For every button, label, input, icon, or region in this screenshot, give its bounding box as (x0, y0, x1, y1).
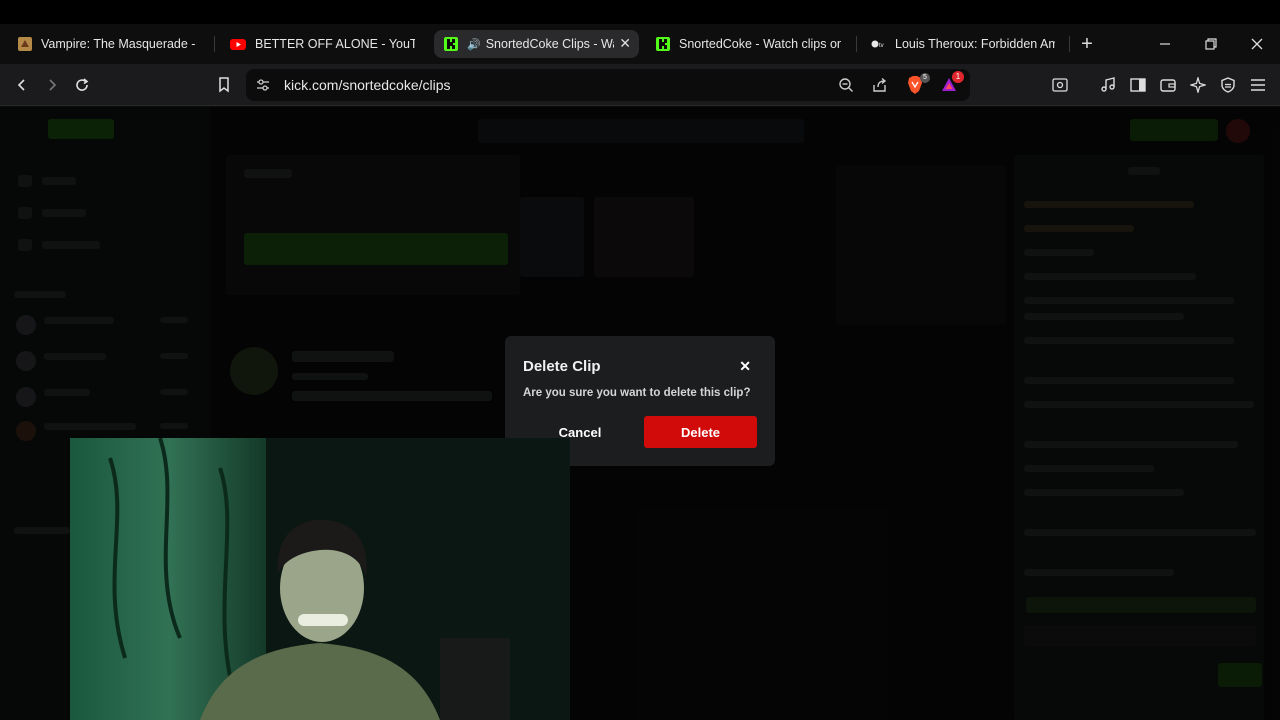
new-tab-icon[interactable]: + (1064, 24, 1110, 64)
navigation-bar: kick.com/snortedcoke/clips 5 1 (0, 64, 1280, 106)
tab-close-icon[interactable]: ✕ (619, 35, 631, 52)
tab-title: BETTER OFF ALONE - YouTube (255, 37, 415, 51)
screenshot-icon[interactable] (1048, 73, 1072, 97)
close-window-icon[interactable] (1234, 24, 1280, 64)
vampire-game-icon (18, 37, 32, 51)
audio-playing-icon[interactable]: 🔊 (467, 38, 481, 51)
address-bar[interactable]: kick.com/snortedcoke/clips 5 1 (246, 69, 970, 101)
share-icon[interactable] (872, 77, 888, 93)
webcam-feed (70, 438, 570, 720)
back-icon[interactable] (10, 73, 34, 97)
site-settings-icon[interactable] (256, 78, 270, 92)
top-strip (0, 0, 1280, 24)
sidebar-toggle-icon[interactable] (1126, 73, 1150, 97)
tab-separator (214, 36, 215, 52)
url-text: kick.com/snortedcoke/clips (284, 77, 451, 93)
tab-title: Louis Theroux: Forbidden Ame (895, 37, 1055, 51)
tab-title: SnortedCoke Clips - Wa (485, 37, 614, 51)
bookmark-icon[interactable] (212, 73, 236, 97)
webcam-overlay (70, 438, 570, 720)
dialog-title: Delete Clip (523, 358, 601, 375)
tab-bar: Vampire: The Masquerade - Blo BETTER OFF… (0, 24, 1280, 64)
appletv-icon: tv (871, 40, 884, 49)
tab-snortedcoke-watch[interactable]: SnortedCoke - Watch clips on K (646, 30, 851, 58)
zoom-out-icon[interactable] (838, 77, 854, 93)
screen: Vampire: The Masquerade - Blo BETTER OFF… (0, 0, 1280, 720)
tab-youtube[interactable]: BETTER OFF ALONE - YouTube (220, 30, 425, 58)
minimize-icon[interactable] (1142, 24, 1188, 64)
svg-text:tv: tv (879, 43, 884, 49)
tab-vampire[interactable]: Vampire: The Masquerade - Blo (8, 30, 208, 58)
dialog-message: Are you sure you want to delete this cli… (523, 387, 751, 399)
delete-button[interactable]: Delete (644, 416, 757, 448)
menu-icon[interactable] (1246, 73, 1270, 97)
wallet-icon[interactable] (1156, 73, 1180, 97)
kick-icon (444, 37, 458, 51)
kick-icon (656, 37, 670, 51)
tab-title: Vampire: The Masquerade - Blo (41, 37, 198, 51)
tab-louis-theroux[interactable]: tv Louis Theroux: Forbidden Ame (860, 30, 1065, 58)
vpn-shield-icon[interactable] (1216, 73, 1240, 97)
reload-icon[interactable] (70, 73, 94, 97)
media-controls-icon[interactable] (1096, 73, 1120, 97)
youtube-icon (230, 39, 246, 50)
tab-separator (856, 36, 857, 52)
tab-title: SnortedCoke - Watch clips on K (679, 37, 841, 51)
close-icon[interactable]: ✕ (739, 358, 751, 375)
rewards-count-badge: 1 (952, 71, 964, 83)
leo-ai-icon[interactable] (1186, 73, 1210, 97)
brave-shields-count: 5 (920, 73, 930, 83)
tab-snortedcoke-clips[interactable]: 🔊 SnortedCoke Clips - Wa ✕ (434, 30, 639, 58)
forward-icon[interactable] (40, 73, 64, 97)
restore-icon[interactable] (1188, 24, 1234, 64)
